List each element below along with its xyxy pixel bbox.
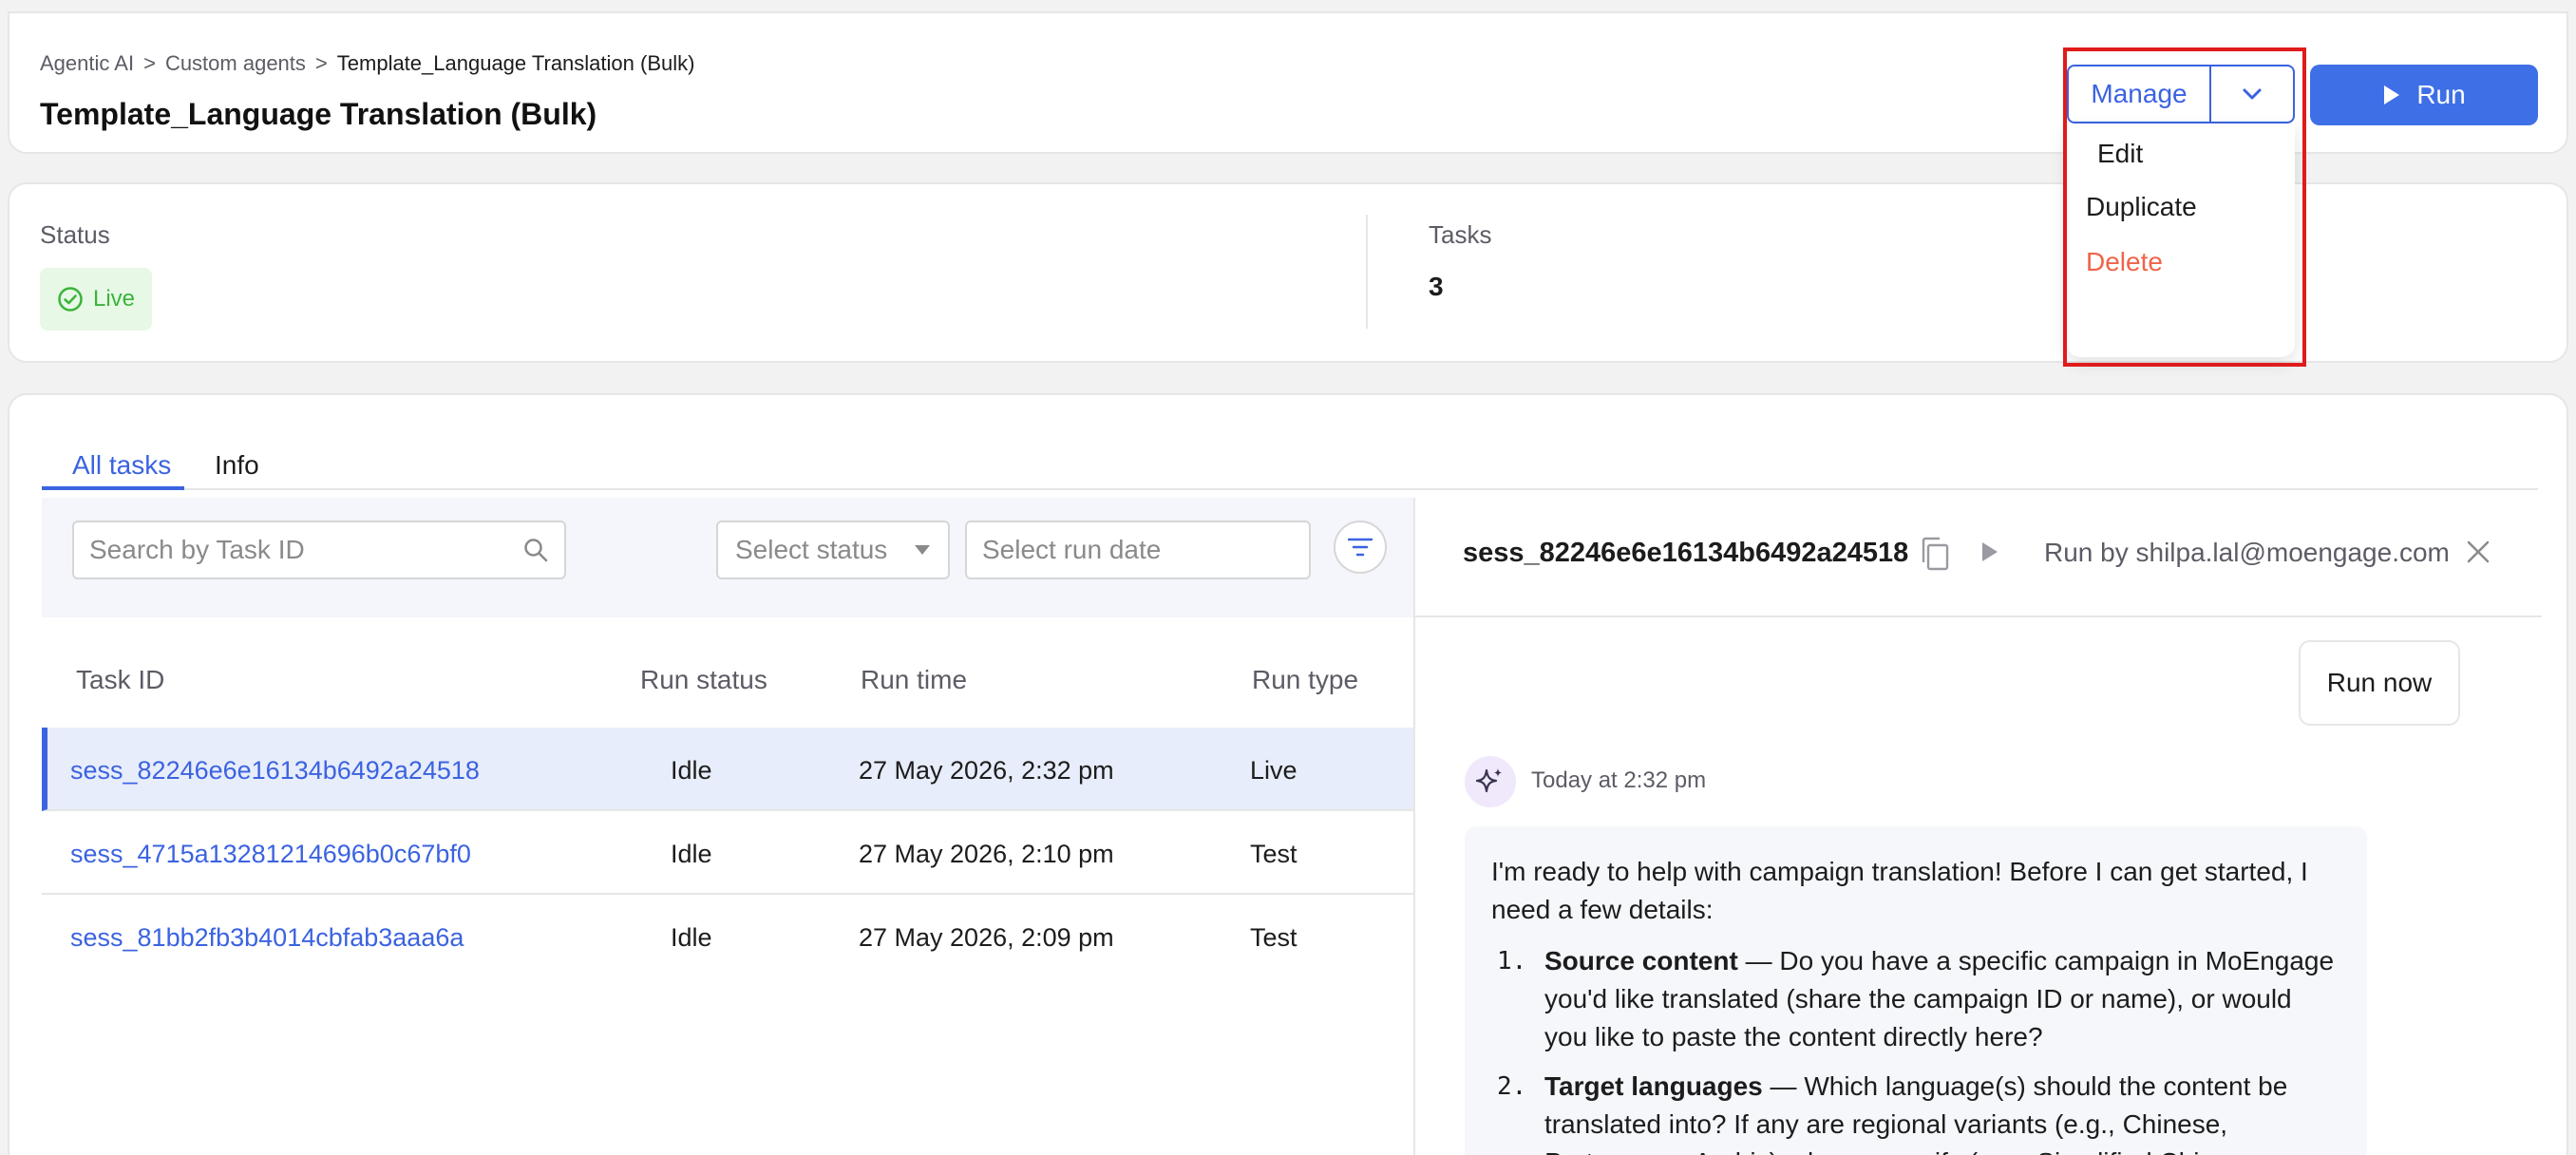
caret-down-icon bbox=[915, 545, 930, 555]
message-list: 1. Source content — Do you have a specifi… bbox=[1491, 942, 2340, 1155]
task-id-link[interactable]: sess_82246e6e16134b6492a24518 bbox=[70, 756, 480, 786]
run-date-input[interactable] bbox=[982, 535, 1325, 565]
search-icon[interactable] bbox=[522, 537, 549, 563]
run-time-cell: 27 May 2026, 2:10 pm bbox=[859, 840, 1114, 868]
breadcrumb-separator: > bbox=[314, 51, 328, 75]
tab-info[interactable]: Info bbox=[215, 450, 259, 481]
list-item: 1. Source content — Do you have a specifi… bbox=[1491, 942, 2340, 1056]
breadcrumb-custom-agents[interactable]: Custom agents bbox=[165, 51, 306, 76]
close-icon[interactable] bbox=[2466, 540, 2491, 564]
column-header-run-time: Run time bbox=[861, 665, 968, 694]
manage-split-button: Manage bbox=[2067, 65, 2295, 123]
list-item-title: Target languages bbox=[1544, 1071, 1763, 1101]
status-badge: Live bbox=[40, 268, 152, 331]
run-status-cell: Idle bbox=[671, 840, 712, 868]
run-time-cell: 27 May 2026, 2:32 pm bbox=[859, 756, 1114, 785]
list-item-number: 1. bbox=[1497, 947, 1527, 975]
task-id-link[interactable]: sess_4715a13281214696b0c67bf0 bbox=[70, 840, 471, 869]
page-title: Template_Language Translation (Bulk) bbox=[40, 97, 597, 131]
tasks-list-panel: Select status Task ID Run status Run tim… bbox=[42, 498, 1415, 1155]
session-header: sess_82246e6e16134b6492a24518 Run by shi… bbox=[1415, 498, 2542, 617]
breadcrumb-agentic-ai[interactable]: Agentic AI bbox=[40, 51, 134, 76]
tasks-count: 3 bbox=[1429, 272, 1444, 301]
tab-all-tasks[interactable]: All tasks bbox=[72, 450, 171, 481]
status-value: Live bbox=[92, 286, 136, 312]
filter-icon bbox=[1348, 538, 1373, 557]
search-field bbox=[72, 521, 566, 579]
column-header-run-type: Run type bbox=[1252, 665, 1359, 694]
run-now-button[interactable]: Run now bbox=[2299, 640, 2460, 726]
column-header-run-status: Run status bbox=[640, 665, 767, 694]
ai-avatar bbox=[1465, 756, 1516, 807]
run-button[interactable]: Run bbox=[2310, 65, 2538, 125]
run-status-cell: Idle bbox=[671, 756, 712, 785]
chevron-down-icon bbox=[2243, 88, 2262, 100]
session-id: sess_82246e6e16134b6492a24518 bbox=[1463, 538, 1909, 568]
run-by-text: Run by shilpa.lal@moengage.com bbox=[2044, 538, 2450, 567]
divider bbox=[1366, 215, 1368, 329]
sparkle-icon bbox=[1475, 768, 1502, 793]
session-detail-panel: sess_82246e6e16134b6492a24518 Run by shi… bbox=[1415, 498, 2542, 1155]
tasks-table: Task ID Run status Run time Run type ses… bbox=[42, 617, 1415, 978]
tab-bar: All tasks Info bbox=[42, 422, 2538, 490]
message-intro: I'm ready to help with campaign translat… bbox=[1491, 857, 2308, 924]
filter-bar: Select status bbox=[42, 498, 1415, 617]
status-label: Status bbox=[40, 220, 110, 249]
manage-button[interactable]: Manage bbox=[2069, 66, 2211, 122]
copy-icon[interactable] bbox=[1919, 536, 1951, 572]
play-icon[interactable] bbox=[1979, 540, 2000, 564]
tasks-label: Tasks bbox=[1429, 220, 1492, 249]
play-icon bbox=[2384, 85, 2400, 104]
table-row[interactable]: sess_82246e6e16134b6492a24518 Idle 27 Ma… bbox=[42, 728, 1415, 811]
column-header-task-id: Task ID bbox=[76, 665, 165, 694]
run-type-cell: Test bbox=[1250, 923, 1297, 952]
run-button-label: Run bbox=[2416, 80, 2466, 109]
manage-dropdown-toggle[interactable] bbox=[2211, 66, 2293, 122]
menu-item-delete[interactable]: Delete bbox=[2086, 247, 2163, 277]
search-input[interactable] bbox=[89, 535, 522, 565]
breadcrumb: Agentic AI > Custom agents > Template_La… bbox=[40, 51, 694, 76]
list-item: 2. Target languages — Which language(s) s… bbox=[1491, 1068, 2340, 1155]
table-row[interactable]: sess_81bb2fb3b4014cbfab3aaa6a Idle 27 Ma… bbox=[42, 895, 1415, 978]
table-row[interactable]: sess_4715a13281214696b0c67bf0 Idle 27 Ma… bbox=[42, 811, 1415, 895]
run-type-cell: Live bbox=[1250, 756, 1297, 785]
task-id-link[interactable]: sess_81bb2fb3b4014cbfab3aaa6a bbox=[70, 923, 464, 953]
menu-item-edit[interactable]: Edit bbox=[2097, 139, 2143, 169]
breadcrumb-current: Template_Language Translation (Bulk) bbox=[336, 51, 695, 75]
menu-item-duplicate[interactable]: Duplicate bbox=[2086, 192, 2197, 222]
list-item-title: Source content bbox=[1544, 946, 1738, 975]
agent-message: I'm ready to help with campaign translat… bbox=[1465, 826, 2367, 1155]
filter-button[interactable] bbox=[1334, 521, 1387, 574]
run-date-picker bbox=[965, 521, 1325, 579]
breadcrumb-separator: > bbox=[143, 51, 156, 75]
message-timestamp: Today at 2:32 pm bbox=[1531, 767, 1707, 793]
status-select-placeholder: Select status bbox=[735, 535, 888, 564]
run-status-cell: Idle bbox=[671, 923, 712, 952]
check-circle-icon bbox=[58, 287, 83, 312]
active-tab-indicator bbox=[42, 486, 184, 490]
run-time-cell: 27 May 2026, 2:09 pm bbox=[859, 923, 1114, 952]
run-type-cell: Test bbox=[1250, 840, 1297, 868]
list-item-number: 2. bbox=[1497, 1072, 1527, 1101]
table-header: Task ID Run status Run time Run type bbox=[42, 617, 1415, 728]
tasks-card: All tasks Info Select status Task I bbox=[8, 393, 2568, 1155]
manage-dropdown-menu: Edit Duplicate Delete bbox=[2067, 123, 2295, 357]
status-select[interactable]: Select status bbox=[716, 521, 950, 579]
